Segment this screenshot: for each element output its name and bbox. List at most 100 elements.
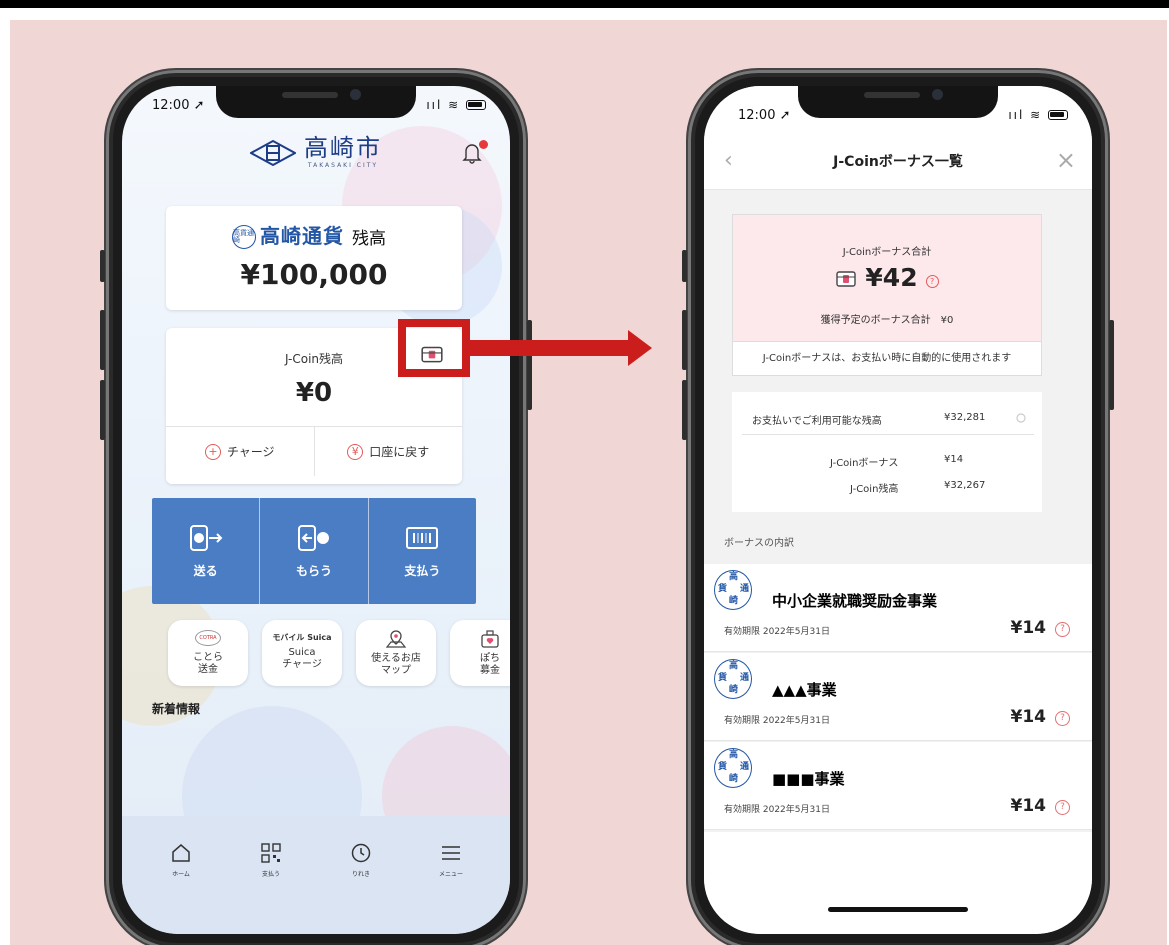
news-heading: 新着情報 [152,702,201,716]
list-item[interactable]: 高貨通崎 ▲▲▲事業 有効期限 2022年5月31日 ¥14 ? [704,653,1092,741]
divider [742,434,1034,435]
qr-icon [261,843,281,863]
notch [798,86,998,118]
tab-bar: ホーム 支払う りれき メニュー [122,816,510,934]
bonus-item-expiry: 有効期限 2022年5月31日 [724,805,830,815]
donation-label: ぽち 募金 [480,652,500,677]
list-item[interactable]: 高貨通崎 ■■■事業 有効期限 2022年5月31日 ¥14 ? [704,742,1092,830]
bonus-item-amount: ¥14 [1010,707,1047,727]
tab-pay[interactable]: 支払う [226,816,316,934]
send-icon [189,524,223,551]
power-button [1109,320,1114,410]
jcoin-amount: ¥0 [295,378,333,408]
bonus-item-amount: ¥14 [1010,796,1047,816]
nav-bar: ‹ J-Coinボーナス一覧 × [704,134,1092,190]
help-icon[interactable]: ? [1055,711,1070,726]
bonus-note: J-Coinボーナスは、お支払い時に自動的に使用されます [732,342,1042,376]
help-icon[interactable]: ? [1055,622,1070,637]
bonus-gift-icon [836,270,857,287]
pay-label: 支払う [404,563,441,578]
jcoin-actions: + チャージ ¥ 口座に戻す [166,426,462,476]
arrow-head [628,330,652,366]
tab-pay-label: 支払う [261,871,280,878]
bonus-breakdown-heading: ボーナスの内訳 [724,538,794,549]
tab-history[interactable]: りれき [316,816,406,934]
city-name: 高崎市 [304,134,382,162]
currency-suffix: 残高 [352,229,386,249]
pay-button[interactable]: 支払う [367,498,476,604]
notch [216,86,416,118]
power-button [527,320,532,410]
bonus-item-amount: ¥14 [1010,618,1047,638]
store-map-button[interactable]: 使えるお店 マップ [356,620,436,686]
receive-button[interactable]: もらう [259,498,367,604]
yen-return-icon: ¥ [347,443,364,460]
coin-icon [1016,413,1026,423]
bonus-item-title: ▲▲▲事業 [772,681,837,699]
charge-button[interactable]: + チャージ [166,427,314,476]
help-icon[interactable]: ? [925,275,939,288]
volume-down-button [100,380,105,440]
status-time: 12:00 ➚ [738,108,791,123]
status-icons: ııl ≋ [426,98,486,112]
bonus-summary-card: J-Coinボーナス合計 ¥42 ? 獲得予定のボーナス合計 ¥0 [732,214,1042,342]
jcoin-balance-label: J-Coin残高 [850,484,899,495]
tab-menu[interactable]: メニュー [406,816,496,934]
battery-icon [1048,110,1068,120]
home-icon [172,844,190,862]
donation-button[interactable]: ぽち 募金 [450,620,510,686]
takasaki-stamp-icon: 高貨通崎 [714,570,752,610]
top-border [0,0,1169,8]
currency-balance-card[interactable]: 高貨通崎 高崎通貨 残高 ¥100,000 [166,206,462,310]
cotra-transfer-button[interactable]: COTRA ことら 送金 [168,620,248,686]
receive-icon [297,524,329,551]
tab-home[interactable]: ホーム [136,816,226,934]
page-title: J-Coinボーナス一覧 [833,154,963,170]
pending-bonus: 獲得予定のボーナス合計 ¥0 [820,315,954,326]
takasaki-stamp-icon: 高貨通崎 [714,748,752,788]
mobile-suica-logo: モバイル Suica [272,633,332,643]
mute-switch [682,250,687,282]
cotra-logo: COTRA [195,629,221,646]
suica-label: Suica チャージ [282,646,322,671]
currency-title: 高貨通崎 高崎通貨 残高 [232,220,386,249]
available-balance-value: ¥32,281 [944,412,986,423]
donation-icon [481,629,499,648]
history-icon [351,843,371,863]
cotra-label: ことら 送金 [193,651,223,676]
list-item[interactable]: 高貨通崎 中小企業就職奨励金事業 有効期限 2022年5月31日 ¥14 ? [704,564,1092,652]
tab-menu-label: メニュー [438,871,463,878]
currency-name: 高崎通貨 [260,224,344,248]
charge-label: チャージ [226,445,275,459]
volume-down-button [682,380,687,440]
suica-charge-button[interactable]: モバイル Suica Suica チャージ [262,620,342,686]
right-phone: 12:00 ➚ ııl ≋ ‹ J-Coinボーナス一覧 × J-Coinボーナ… [682,70,1114,945]
city-emblem-icon [250,139,296,166]
bonus-balance-value: ¥14 [944,454,964,465]
bonus-item-title: ■■■事業 [772,770,845,788]
right-screen: 12:00 ➚ ııl ≋ ‹ J-Coinボーナス一覧 × J-Coinボーナ… [704,86,1092,934]
arrow-shaft [470,340,630,356]
return-to-account-button[interactable]: ¥ 口座に戻す [313,427,463,476]
quick-links: COTRA ことら 送金 モバイル Suica Suica チャージ 使えるお店… [168,620,510,686]
status-icons: ııl ≋ [1008,108,1068,122]
receive-label: もらう [295,563,332,578]
bonus-item-expiry: 有効期限 2022年5月31日 [724,716,830,726]
barcode-icon [406,526,439,549]
close-icon[interactable]: × [1056,148,1076,172]
bonus-total-row: ¥42 ? [733,263,1041,292]
home-indicator [828,907,968,912]
highlight-box [398,319,470,377]
left-screen: 12:00 ➚ ııl ≋ 高崎市 TAKASAKI CITY 高貨通崎 高崎通… [122,86,510,934]
store-map-label: 使えるお店 マップ [371,652,421,677]
bonus-total-amount: ¥42 [865,263,918,292]
tab-home-label: ホーム [172,871,190,878]
send-label: 送る [193,563,218,578]
bonus-total-label: J-Coinボーナス合計 [842,247,932,258]
bonus-item-title: 中小企業就職奨励金事業 [772,592,938,610]
send-button[interactable]: 送る [152,498,259,604]
notification-dot [479,140,488,149]
battery-icon [466,100,486,110]
help-icon[interactable]: ? [1055,800,1070,815]
available-balance-label: お支払いでご利用可能な残高 [752,416,882,427]
